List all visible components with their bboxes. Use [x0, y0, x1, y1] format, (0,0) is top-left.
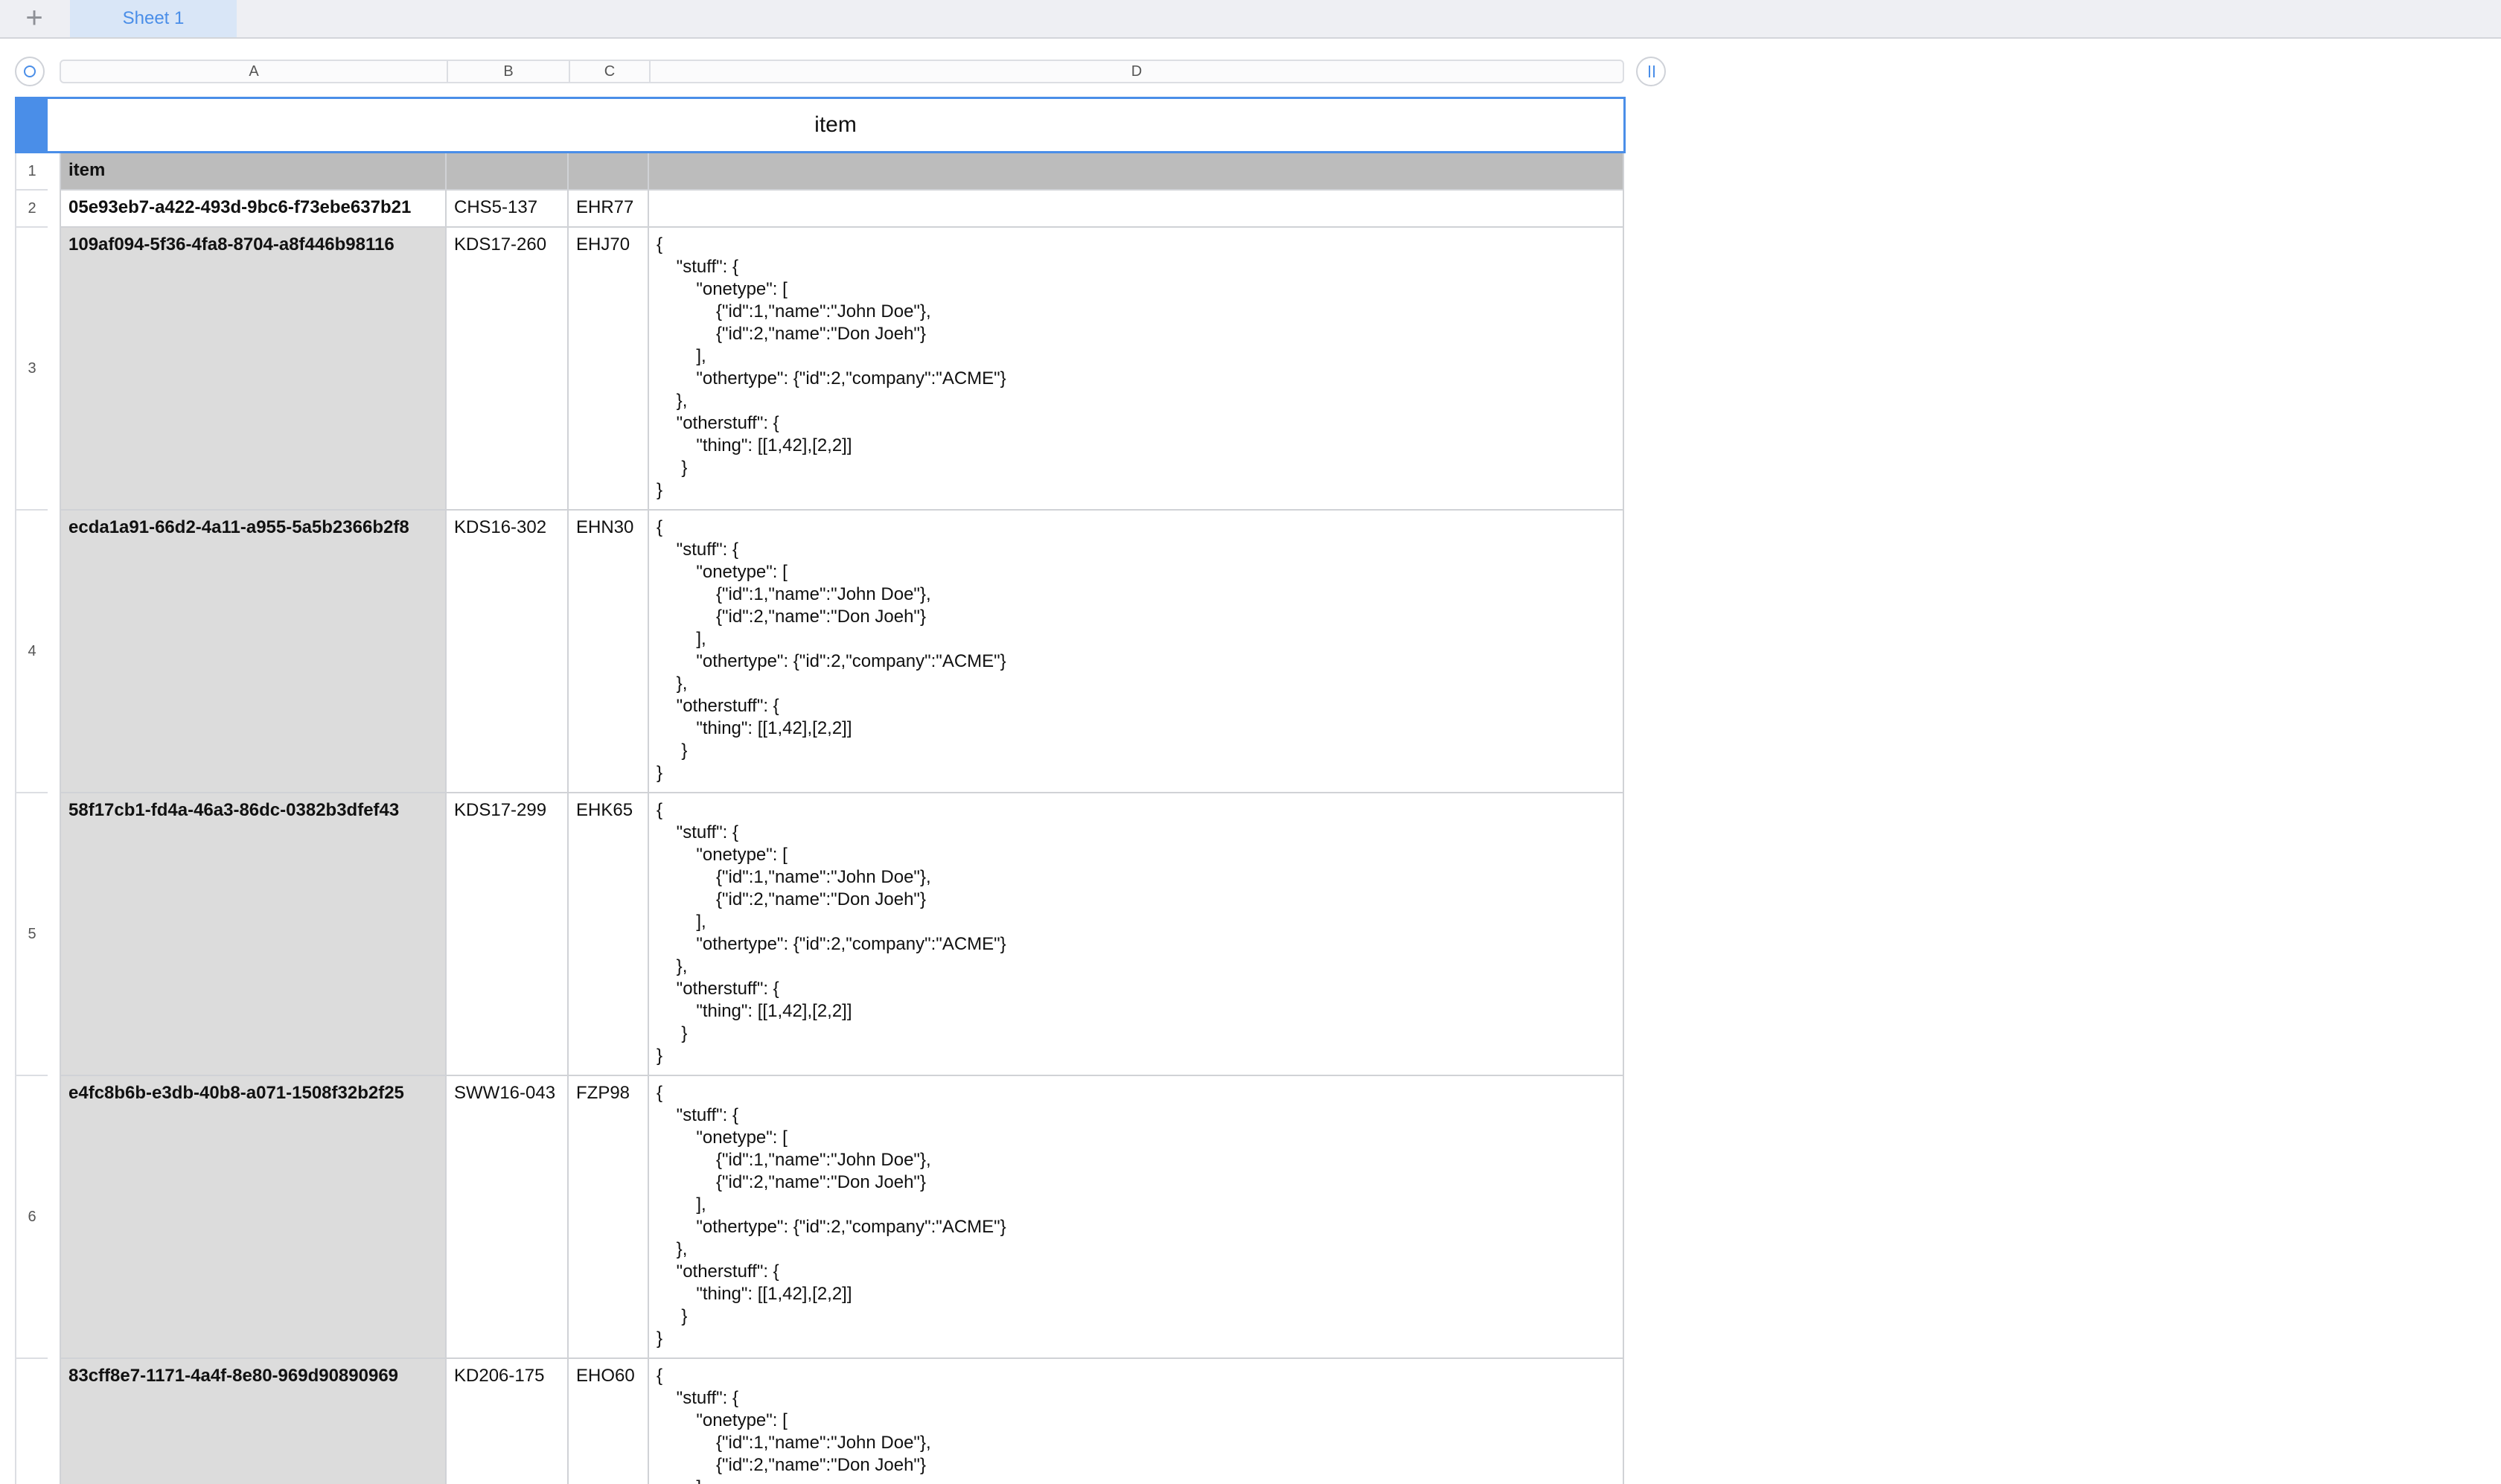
sheet-tab-bar: + Sheet 1: [0, 0, 2501, 39]
table-row: 83cff8e7-1171-4a4f-8e80-969d90890969 KD2…: [60, 1359, 1624, 1484]
row-header-5[interactable]: 5: [15, 793, 48, 1076]
cell-b[interactable]: KDS17-299: [447, 793, 569, 1075]
row-header-6[interactable]: 6: [15, 1076, 48, 1359]
header-cell-d[interactable]: [649, 153, 1624, 189]
cell-a[interactable]: ecda1a91-66d2-4a11-a955-5a5b2366b2f8: [60, 511, 447, 792]
select-table-icon[interactable]: [15, 57, 45, 86]
cell-c[interactable]: EHJ70: [569, 228, 649, 509]
header-cell-a[interactable]: item: [60, 153, 447, 189]
table-row: e4fc8b6b-e3db-40b8-a071-1508f32b2f25 SWW…: [60, 1076, 1624, 1359]
cell-d-json[interactable]: { "stuff": { "onetype": [ {"id":1,"name"…: [649, 793, 1624, 1075]
cell-d-json[interactable]: { "stuff": { "onetype": [ {"id":1,"name"…: [649, 511, 1624, 792]
table-title-handle[interactable]: [15, 97, 48, 153]
cell-d[interactable]: [649, 191, 1624, 226]
header-cell-c[interactable]: [569, 153, 649, 189]
column-header-a[interactable]: A: [61, 61, 448, 82]
cell-d-json[interactable]: { "stuff": { "onetype": [ {"id":1,"name"…: [649, 1076, 1624, 1357]
cell-b[interactable]: KD206-175: [447, 1359, 569, 1484]
cell-c[interactable]: EHN30: [569, 511, 649, 792]
spreadsheet-app: + Sheet 1 A B C D item 1 2 3 4 5 6 item …: [0, 0, 2501, 1484]
column-header-c[interactable]: C: [570, 61, 651, 82]
cell-b[interactable]: KDS16-302: [447, 511, 569, 792]
row-header-3[interactable]: 3: [15, 228, 48, 511]
cell-c[interactable]: EHK65: [569, 793, 649, 1075]
row-header-2[interactable]: 2: [15, 191, 48, 228]
cell-c[interactable]: EHO60: [569, 1359, 649, 1484]
row-header-1[interactable]: 1: [15, 153, 48, 191]
tab-sheet-1[interactable]: Sheet 1: [70, 0, 237, 37]
column-header-strip: A B C D: [60, 60, 1624, 83]
table-row: 109af094-5f36-4fa8-8704-a8f446b98116 KDS…: [60, 228, 1624, 511]
cell-c[interactable]: EHR77: [569, 191, 649, 226]
row-header-7[interactable]: [15, 1359, 48, 1484]
cell-b[interactable]: CHS5-137: [447, 191, 569, 226]
cell-a[interactable]: 83cff8e7-1171-4a4f-8e80-969d90890969: [60, 1359, 447, 1484]
cell-b[interactable]: KDS17-260: [447, 228, 569, 509]
column-resize-handle-icon[interactable]: [1636, 57, 1666, 86]
plus-icon[interactable]: +: [16, 3, 52, 34]
table-header-row: item: [60, 153, 1624, 191]
cell-c[interactable]: FZP98: [569, 1076, 649, 1357]
header-cell-b[interactable]: [447, 153, 569, 189]
cell-a[interactable]: 109af094-5f36-4fa8-8704-a8f446b98116: [60, 228, 447, 509]
table-title[interactable]: item: [48, 97, 1626, 153]
cell-a[interactable]: 58f17cb1-fd4a-46a3-86dc-0382b3dfef43: [60, 793, 447, 1075]
column-header-d[interactable]: D: [651, 61, 1623, 82]
row-header-4[interactable]: 4: [15, 511, 48, 793]
column-header-b[interactable]: B: [448, 61, 570, 82]
cell-d-json[interactable]: { "stuff": { "onetype": [ {"id":1,"name"…: [649, 1359, 1624, 1484]
table-row: ecda1a91-66d2-4a11-a955-5a5b2366b2f8 KDS…: [60, 511, 1624, 793]
table-row: 05e93eb7-a422-493d-9bc6-f73ebe637b21 CHS…: [60, 191, 1624, 228]
cell-a[interactable]: 05e93eb7-a422-493d-9bc6-f73ebe637b21: [60, 191, 447, 226]
cell-d-json[interactable]: { "stuff": { "onetype": [ {"id":1,"name"…: [649, 228, 1624, 509]
cell-b[interactable]: SWW16-043: [447, 1076, 569, 1357]
cell-a[interactable]: e4fc8b6b-e3db-40b8-a071-1508f32b2f25: [60, 1076, 447, 1357]
table-row: 58f17cb1-fd4a-46a3-86dc-0382b3dfef43 KDS…: [60, 793, 1624, 1076]
